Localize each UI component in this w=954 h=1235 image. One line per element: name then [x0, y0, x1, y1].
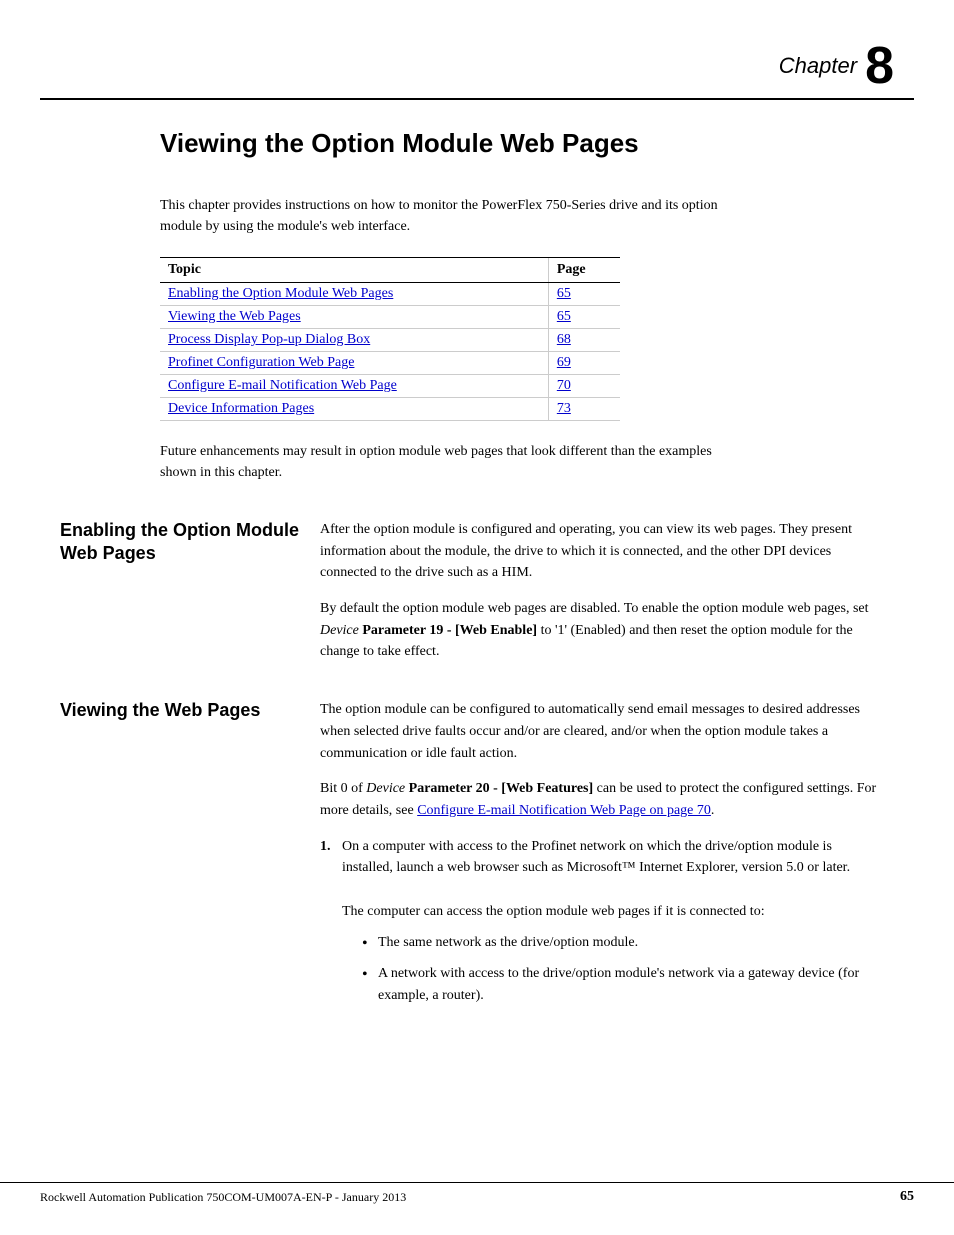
- chapter-rule: [40, 98, 914, 100]
- toc-page-cell: 65: [548, 306, 620, 329]
- bullet-icon-1: •: [362, 932, 378, 957]
- footer: Rockwell Automation Publication 750COM-U…: [0, 1182, 954, 1205]
- toc-topic-link[interactable]: Process Display Pop-up Dialog Box: [168, 332, 370, 347]
- toc-topic-cell: Viewing the Web Pages: [160, 306, 548, 329]
- step-1: 1. On a computer with access to the Prof…: [320, 836, 880, 1013]
- toc-topic-cell: Enabling the Option Module Web Pages: [160, 283, 548, 306]
- bullet-list: • The same network as the drive/option m…: [362, 932, 880, 1006]
- toc-topic-cell: Device Information Pages: [160, 398, 548, 421]
- toc-row: Process Display Pop-up Dialog Box 68: [160, 329, 620, 352]
- bullet-icon-2: •: [362, 963, 378, 1006]
- toc-page-cell: 73: [548, 398, 620, 421]
- chapter-header: Chapter 8: [0, 0, 954, 92]
- main-content: Viewing the Option Module Web Pages This…: [0, 128, 954, 1024]
- intro-paragraph: This chapter provides instructions on ho…: [160, 195, 720, 237]
- enabling-para-2: By default the option module web pages a…: [320, 598, 880, 663]
- toc-topic-link[interactable]: Viewing the Web Pages: [168, 309, 301, 324]
- toc-topic-cell: Process Display Pop-up Dialog Box: [160, 329, 548, 352]
- future-paragraph: Future enhancements may result in option…: [160, 441, 720, 483]
- section-content-viewing: The option module can be configured to a…: [320, 699, 880, 1024]
- toc-row: Device Information Pages 73: [160, 398, 620, 421]
- toc-page-link[interactable]: 68: [557, 332, 571, 347]
- toc-topic-link[interactable]: Profinet Configuration Web Page: [168, 355, 354, 370]
- bullet-2: • A network with access to the drive/opt…: [362, 963, 880, 1006]
- chapter-label: Chapter: [779, 53, 857, 79]
- toc-row: Configure E-mail Notification Web Page 70: [160, 375, 620, 398]
- step-1-text: On a computer with access to the Profine…: [342, 839, 850, 876]
- section-heading-col-enabling: Enabling the Option Module Web Pages: [60, 519, 320, 663]
- section-content-enabling: After the option module is configured an…: [320, 519, 880, 663]
- footer-page: 65: [900, 1189, 914, 1205]
- toc-topic-cell: Profinet Configuration Web Page: [160, 352, 548, 375]
- toc-topic-cell: Configure E-mail Notification Web Page: [160, 375, 548, 398]
- toc-page-header: Page: [548, 258, 620, 283]
- page-title: Viewing the Option Module Web Pages: [160, 128, 894, 159]
- toc-row: Viewing the Web Pages 65: [160, 306, 620, 329]
- steps-list: 1. On a computer with access to the Prof…: [320, 836, 880, 1013]
- step-1-number: 1.: [320, 836, 342, 1013]
- toc-page-link[interactable]: 70: [557, 378, 571, 393]
- toc-page-cell: 65: [548, 283, 620, 306]
- chapter-number: 8: [865, 40, 894, 92]
- viewing-para-1: The option module can be configured to a…: [320, 699, 880, 764]
- step-1-subtext: The computer can access the option modul…: [342, 904, 765, 919]
- section-enabling: Enabling the Option Module Web Pages Aft…: [60, 519, 894, 663]
- section-heading-col-viewing: Viewing the Web Pages: [60, 699, 320, 1024]
- bullet-1: • The same network as the drive/option m…: [362, 932, 880, 957]
- toc-page-link[interactable]: 65: [557, 286, 571, 301]
- step-1-content: On a computer with access to the Profine…: [342, 836, 880, 1013]
- toc-page-cell: 70: [548, 375, 620, 398]
- viewing-para-2: Bit 0 of Device Parameter 20 - [Web Feat…: [320, 778, 880, 821]
- section-heading-viewing: Viewing the Web Pages: [60, 699, 300, 722]
- bullet-1-text: The same network as the drive/option mod…: [378, 932, 638, 957]
- toc-page-link[interactable]: 65: [557, 309, 571, 324]
- enabling-para-1: After the option module is configured an…: [320, 519, 880, 584]
- toc-row: Enabling the Option Module Web Pages 65: [160, 283, 620, 306]
- toc-page-link[interactable]: 73: [557, 401, 571, 416]
- toc-page-cell: 69: [548, 352, 620, 375]
- toc-topic-link[interactable]: Device Information Pages: [168, 401, 314, 416]
- toc-topic-header: Topic: [160, 258, 548, 283]
- bullet-2-text: A network with access to the drive/optio…: [378, 963, 880, 1006]
- toc-topic-link[interactable]: Enabling the Option Module Web Pages: [168, 286, 393, 301]
- email-notification-link[interactable]: Configure E-mail Notification Web Page o…: [417, 803, 711, 818]
- toc-page-cell: 68: [548, 329, 620, 352]
- toc-table: Topic Page Enabling the Option Module We…: [160, 257, 620, 421]
- section-viewing: Viewing the Web Pages The option module …: [60, 699, 894, 1024]
- page: Chapter 8 Viewing the Option Module Web …: [0, 0, 954, 1235]
- section-heading-enabling: Enabling the Option Module Web Pages: [60, 519, 300, 564]
- footer-publication: Rockwell Automation Publication 750COM-U…: [40, 1190, 406, 1205]
- toc-row: Profinet Configuration Web Page 69: [160, 352, 620, 375]
- toc-topic-link[interactable]: Configure E-mail Notification Web Page: [168, 378, 397, 393]
- toc-page-link[interactable]: 69: [557, 355, 571, 370]
